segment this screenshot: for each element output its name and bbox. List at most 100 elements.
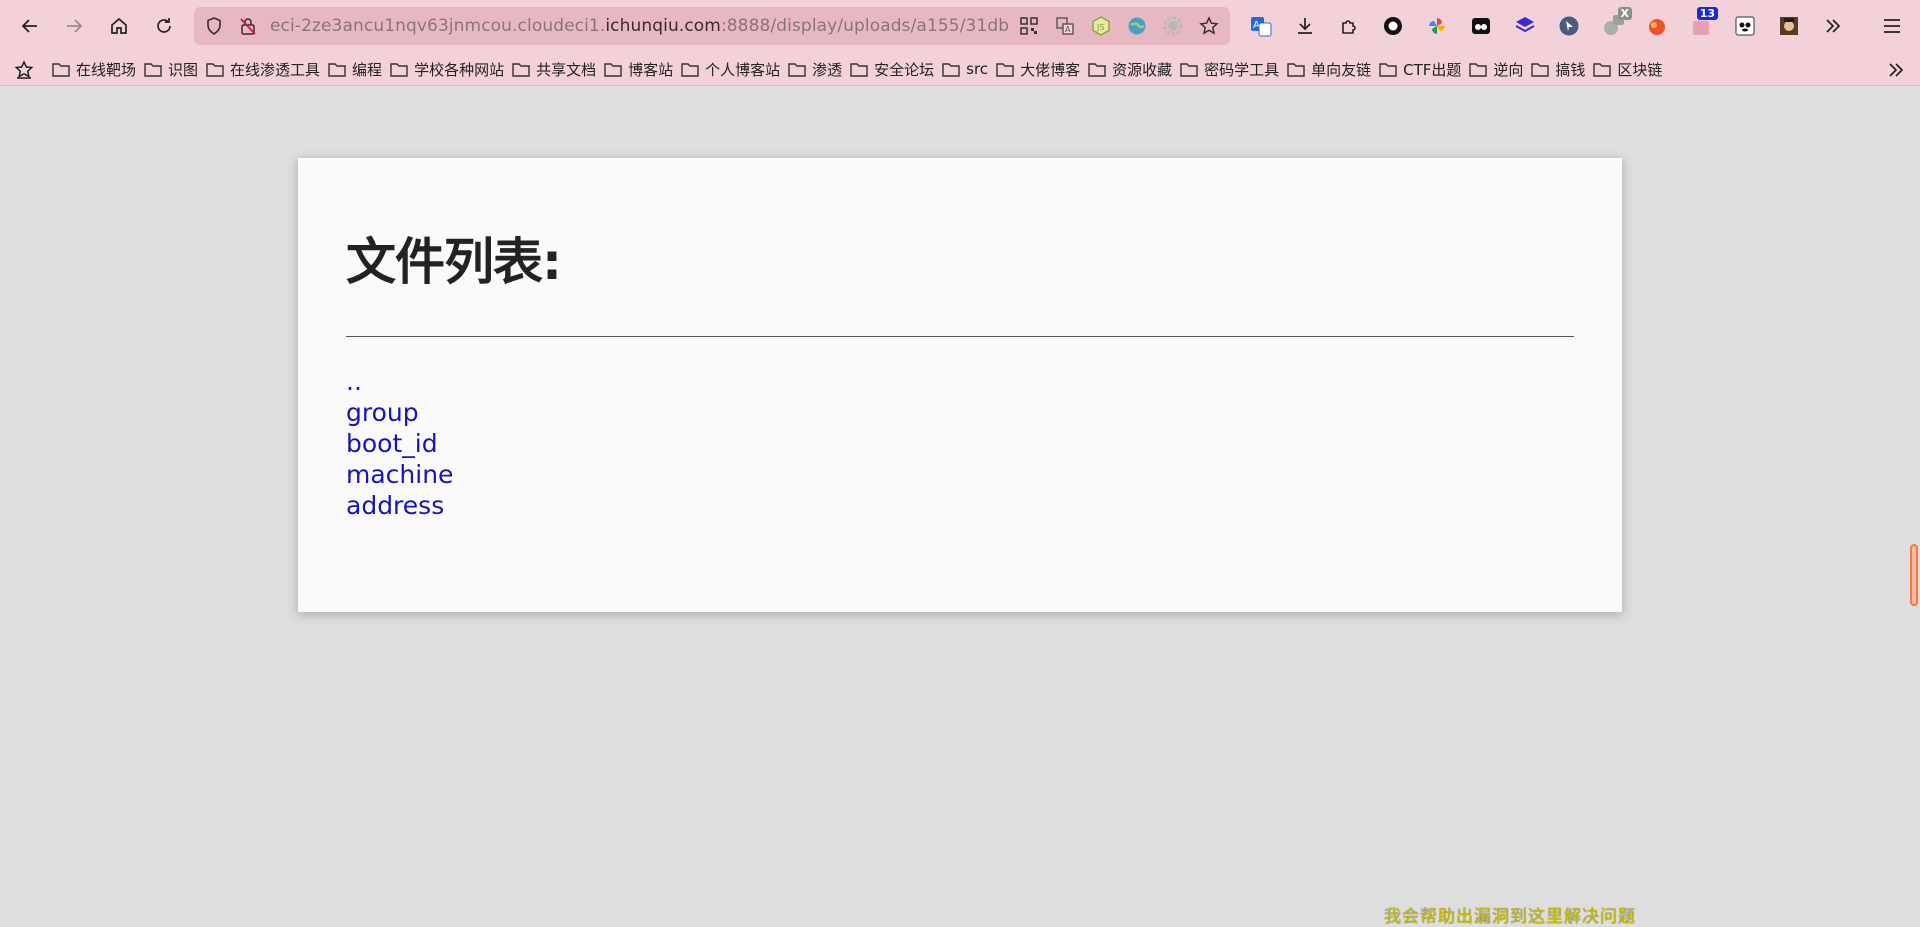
bookmark-folder[interactable]: 逆向 [1467,55,1529,83]
file-link-address[interactable]: address [346,491,444,520]
bookmark-label: src [966,60,989,78]
cursor-extension-icon[interactable] [1554,11,1584,41]
forward-button[interactable] [58,10,90,42]
panda-extension-icon[interactable] [1730,11,1760,41]
folder-icon [1180,63,1198,77]
list-item: address [346,490,453,521]
circle-extension-icon[interactable] [1378,11,1408,41]
folder-icon [52,63,70,77]
bookmark-folder[interactable]: 单向友链 [1285,55,1377,83]
bookmark-folder[interactable]: 博客站 [602,55,679,83]
reload-icon [157,18,171,33]
file-link-machine[interactable]: machine [346,460,453,489]
bookmark-label: 大佬博客 [1020,60,1081,79]
file-list-card: 文件列表: .. group boot_id machine address [298,158,1622,612]
folder-icon [1379,63,1397,77]
bookmark-label: 区块链 [1617,60,1663,79]
browser-toolbar: eci-2ze3ancu1nqv63jnmcou.cloudeci1.ichun… [0,0,1920,52]
close-extension-icon[interactable]: X [1598,7,1632,41]
chevron-double-right-icon[interactable] [1886,60,1906,80]
svg-text:JS: JS [1096,23,1104,32]
extensions-puzzle-icon[interactable] [1334,11,1364,41]
address-bar[interactable]: eci-2ze3ancu1nqv63jnmcou.cloudeci1.ichun… [194,7,1230,45]
bookmark-label: 编程 [352,60,383,79]
folder-icon [1287,63,1305,77]
back-button[interactable] [14,10,46,42]
bookmark-folder[interactable]: 渗透 [786,55,848,83]
qr-code-icon[interactable] [1018,15,1040,37]
avatar-extension-icon[interactable] [1774,11,1804,41]
tab-extension-icon[interactable] [1466,11,1496,41]
manage-bookmarks-icon[interactable] [14,60,34,80]
bookmark-folder[interactable]: 在线渗透工具 [204,55,326,83]
folder-icon [1593,63,1612,77]
notification-badge: 13 [1696,7,1718,20]
bookmark-folder[interactable]: 编程 [326,55,388,83]
folder-icon [942,63,960,77]
file-link-group[interactable]: group [346,398,419,427]
list-item: group [346,397,453,428]
bookmark-folder[interactable]: 在线靶场 [50,55,142,83]
bookmark-folder[interactable]: 安全论坛 [848,55,940,83]
lock-warning-icon[interactable] [238,16,258,36]
folder-icon [996,63,1014,77]
pinwheel-extension-icon[interactable] [1422,11,1452,41]
notification-extension-icon[interactable]: 13 [1686,7,1718,41]
folder-icon [328,63,346,77]
bookmark-label: CTF出题 [1403,60,1462,79]
home-button[interactable] [103,10,135,42]
folder-icon [1531,63,1550,77]
extension-x-label: X [1617,7,1632,20]
scrollbar-thumb[interactable] [1910,544,1918,606]
shield-icon[interactable] [204,16,224,36]
bookmark-label: 共享文档 [536,60,597,79]
chevron-double-right-icon[interactable] [1818,11,1848,41]
arrow-left-icon [21,19,37,33]
page-viewport: 文件列表: .. group boot_id machine address [0,86,1920,912]
folder-icon [1469,63,1488,77]
globe-extension-icon[interactable] [1126,15,1148,37]
reload-button[interactable] [148,10,180,42]
hamburger-icon[interactable] [1880,14,1904,38]
bookmark-folder[interactable]: CTF出题 [1377,55,1467,83]
download-icon[interactable] [1290,11,1320,41]
bottom-overlay-text: 我会帮助出漏洞到这里解决问题 [1384,907,1636,927]
bookmark-label: 在线渗透工具 [230,60,321,79]
folder-icon [1088,63,1106,77]
list-item: boot_id [346,428,453,459]
folder-icon [206,63,224,77]
url-host: ichunqiu.com [605,16,721,36]
node-extension-icon[interactable]: JS [1090,15,1112,37]
bookmark-label: 资源收藏 [1112,60,1173,79]
translate-extension-icon[interactable]: A [1246,11,1276,41]
bookmark-folder[interactable]: 学校各种网站 [388,55,510,83]
bookmark-label: 渗透 [812,60,843,79]
bookmark-folder[interactable]: 密码学工具 [1178,55,1285,83]
bookmark-folder[interactable]: 区块链 [1591,55,1668,83]
bookmark-folder[interactable]: 资源收藏 [1086,55,1178,83]
url-actions: A JS [1018,15,1220,37]
file-link-boot-id[interactable]: boot_id [346,429,438,458]
bookmark-folder[interactable]: 个人博客站 [679,55,786,83]
list-item: machine [346,459,453,490]
translate-icon[interactable]: A [1054,15,1076,37]
extension-toolbar: A X 13 [1246,7,1848,41]
page-title: 文件列表: [346,233,562,291]
star-icon[interactable] [1198,15,1220,37]
list-item: .. [346,366,453,397]
layers-extension-icon[interactable] [1510,11,1540,41]
home-icon [111,17,127,34]
bookmark-folder[interactable]: 识图 [142,55,204,83]
file-link-parent[interactable]: .. [346,367,362,396]
folder-icon [390,63,408,77]
bookmark-folder[interactable]: 共享文档 [510,55,602,83]
folder-icon [144,63,162,77]
bookmark-folder[interactable]: 大佬博客 [994,55,1086,83]
svg-text:A: A [1065,25,1071,34]
bookmark-folder[interactable]: 搞钱 [1529,55,1591,83]
url-text[interactable]: eci-2ze3ancu1nqv63jnmcou.cloudeci1.ichun… [270,7,1009,45]
gear-icon[interactable] [1162,15,1184,37]
url-path: :8888/display/uploads/a155/31db [720,16,1010,36]
fire-extension-icon[interactable] [1642,11,1672,41]
bookmark-folder[interactable]: src [940,55,994,83]
